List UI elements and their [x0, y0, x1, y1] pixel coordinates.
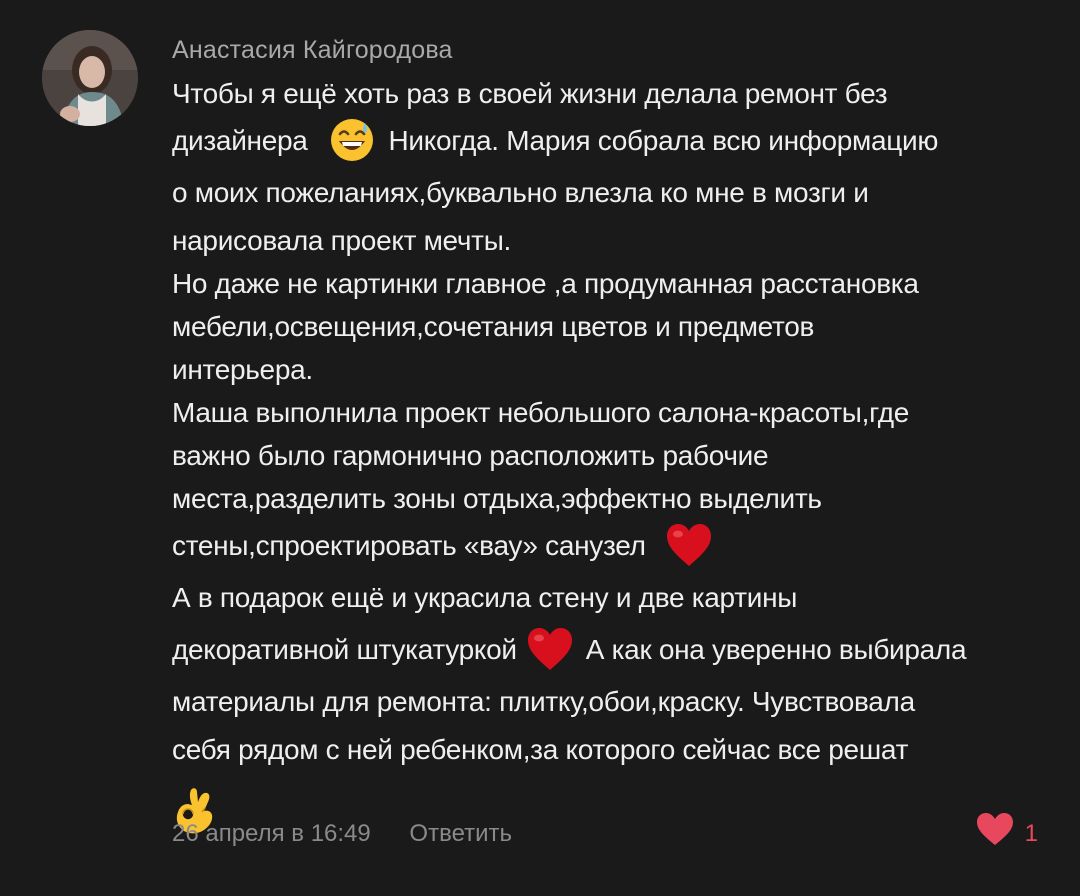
comment-line: важно было гармонично расположить рабочи… [172, 434, 1052, 477]
comment-line: декоративной штукатуркой А как она увере… [172, 624, 1052, 676]
comment-text: стены,спроектировать «вау» санузел [172, 530, 646, 561]
author-avatar[interactable] [42, 30, 138, 126]
comment-text: себя рядом с ней ребенком,за которого се… [172, 734, 909, 765]
red-heart-emoji-icon [526, 626, 574, 672]
comment-text: А как она уверенно выбирала [585, 634, 967, 665]
comment-text: материалы для ремонта: плитку,обои,краск… [172, 686, 915, 717]
grinning-sweat-emoji-icon [329, 117, 375, 163]
comment-text: Маша выполнила проект небольшого салона-… [172, 397, 910, 428]
like-count: 1 [1024, 820, 1038, 847]
comment-body: Чтобы я ещё хоть раз в своей жизни делал… [172, 72, 1052, 835]
red-heart-emoji-icon [665, 522, 713, 568]
comment-text: мебели,освещения,сочетания цветов и пред… [172, 311, 815, 342]
comment-text: А в подарок ещё и украсила стену и две к… [172, 582, 798, 613]
comment-line: места,разделить зоны отдыха,эффектно выд… [172, 477, 1052, 520]
comment-footer: 26 апреля в 16:49 Ответить 1 [172, 812, 1052, 852]
comment: Анастасия Кайгородова Чтобы я ещё хоть р… [0, 0, 1080, 896]
comment-content: Анастасия Кайгородова Чтобы я ещё хоть р… [172, 32, 1052, 835]
comment-line: стены,спроектировать «вау» санузел [172, 520, 1052, 572]
comment-text: декоративной штукатуркой [172, 634, 517, 665]
comment-line: интерьера. [172, 348, 1052, 391]
comment-text: места,разделить зоны отдыха,эффектно выд… [172, 483, 822, 514]
comment-text: дизайнера [172, 125, 308, 156]
comment-text: Никогда. Мария собрала всю информацию [388, 125, 939, 156]
comment-text: о моих пожеланиях,буквально влезла ко мн… [172, 177, 869, 208]
heart-icon [975, 811, 1015, 858]
comment-line: материалы для ремонта: плитку,обои,краск… [172, 676, 1052, 728]
comment-line: о моих пожеланиях,буквально влезла ко мн… [172, 167, 1052, 219]
reply-button[interactable]: Ответить [409, 816, 512, 852]
like-button[interactable]: 1 [975, 812, 1038, 852]
comment-text: важно было гармонично расположить рабочи… [172, 440, 769, 471]
comment-line: нарисовала проект мечты. [172, 219, 1052, 262]
comment-timestamp[interactable]: 26 апреля в 16:49 [172, 816, 371, 852]
comment-text: нарисовала проект мечты. [172, 225, 512, 256]
comment-line: А в подарок ещё и украсила стену и две к… [172, 572, 1052, 624]
comment-text: интерьера. [172, 354, 313, 385]
comment-text: Чтобы я ещё хоть раз в своей жизни делал… [172, 78, 888, 109]
comment-text: Но даже не картинки главное ,а продуманн… [172, 268, 919, 299]
comment-line: себя рядом с ней ребенком,за которого се… [172, 728, 1052, 771]
comment-line: Чтобы я ещё хоть раз в своей жизни делал… [172, 72, 1052, 115]
comment-line: дизайнера Никогда. Мария собрала всю инф… [172, 115, 1052, 167]
comment-line: Маша выполнила проект небольшого салона-… [172, 391, 1052, 434]
author-name[interactable]: Анастасия Кайгородова [172, 32, 1052, 68]
comment-line: мебели,освещения,сочетания цветов и пред… [172, 305, 1052, 348]
comment-line: Но даже не картинки главное ,а продуманн… [172, 262, 1052, 305]
